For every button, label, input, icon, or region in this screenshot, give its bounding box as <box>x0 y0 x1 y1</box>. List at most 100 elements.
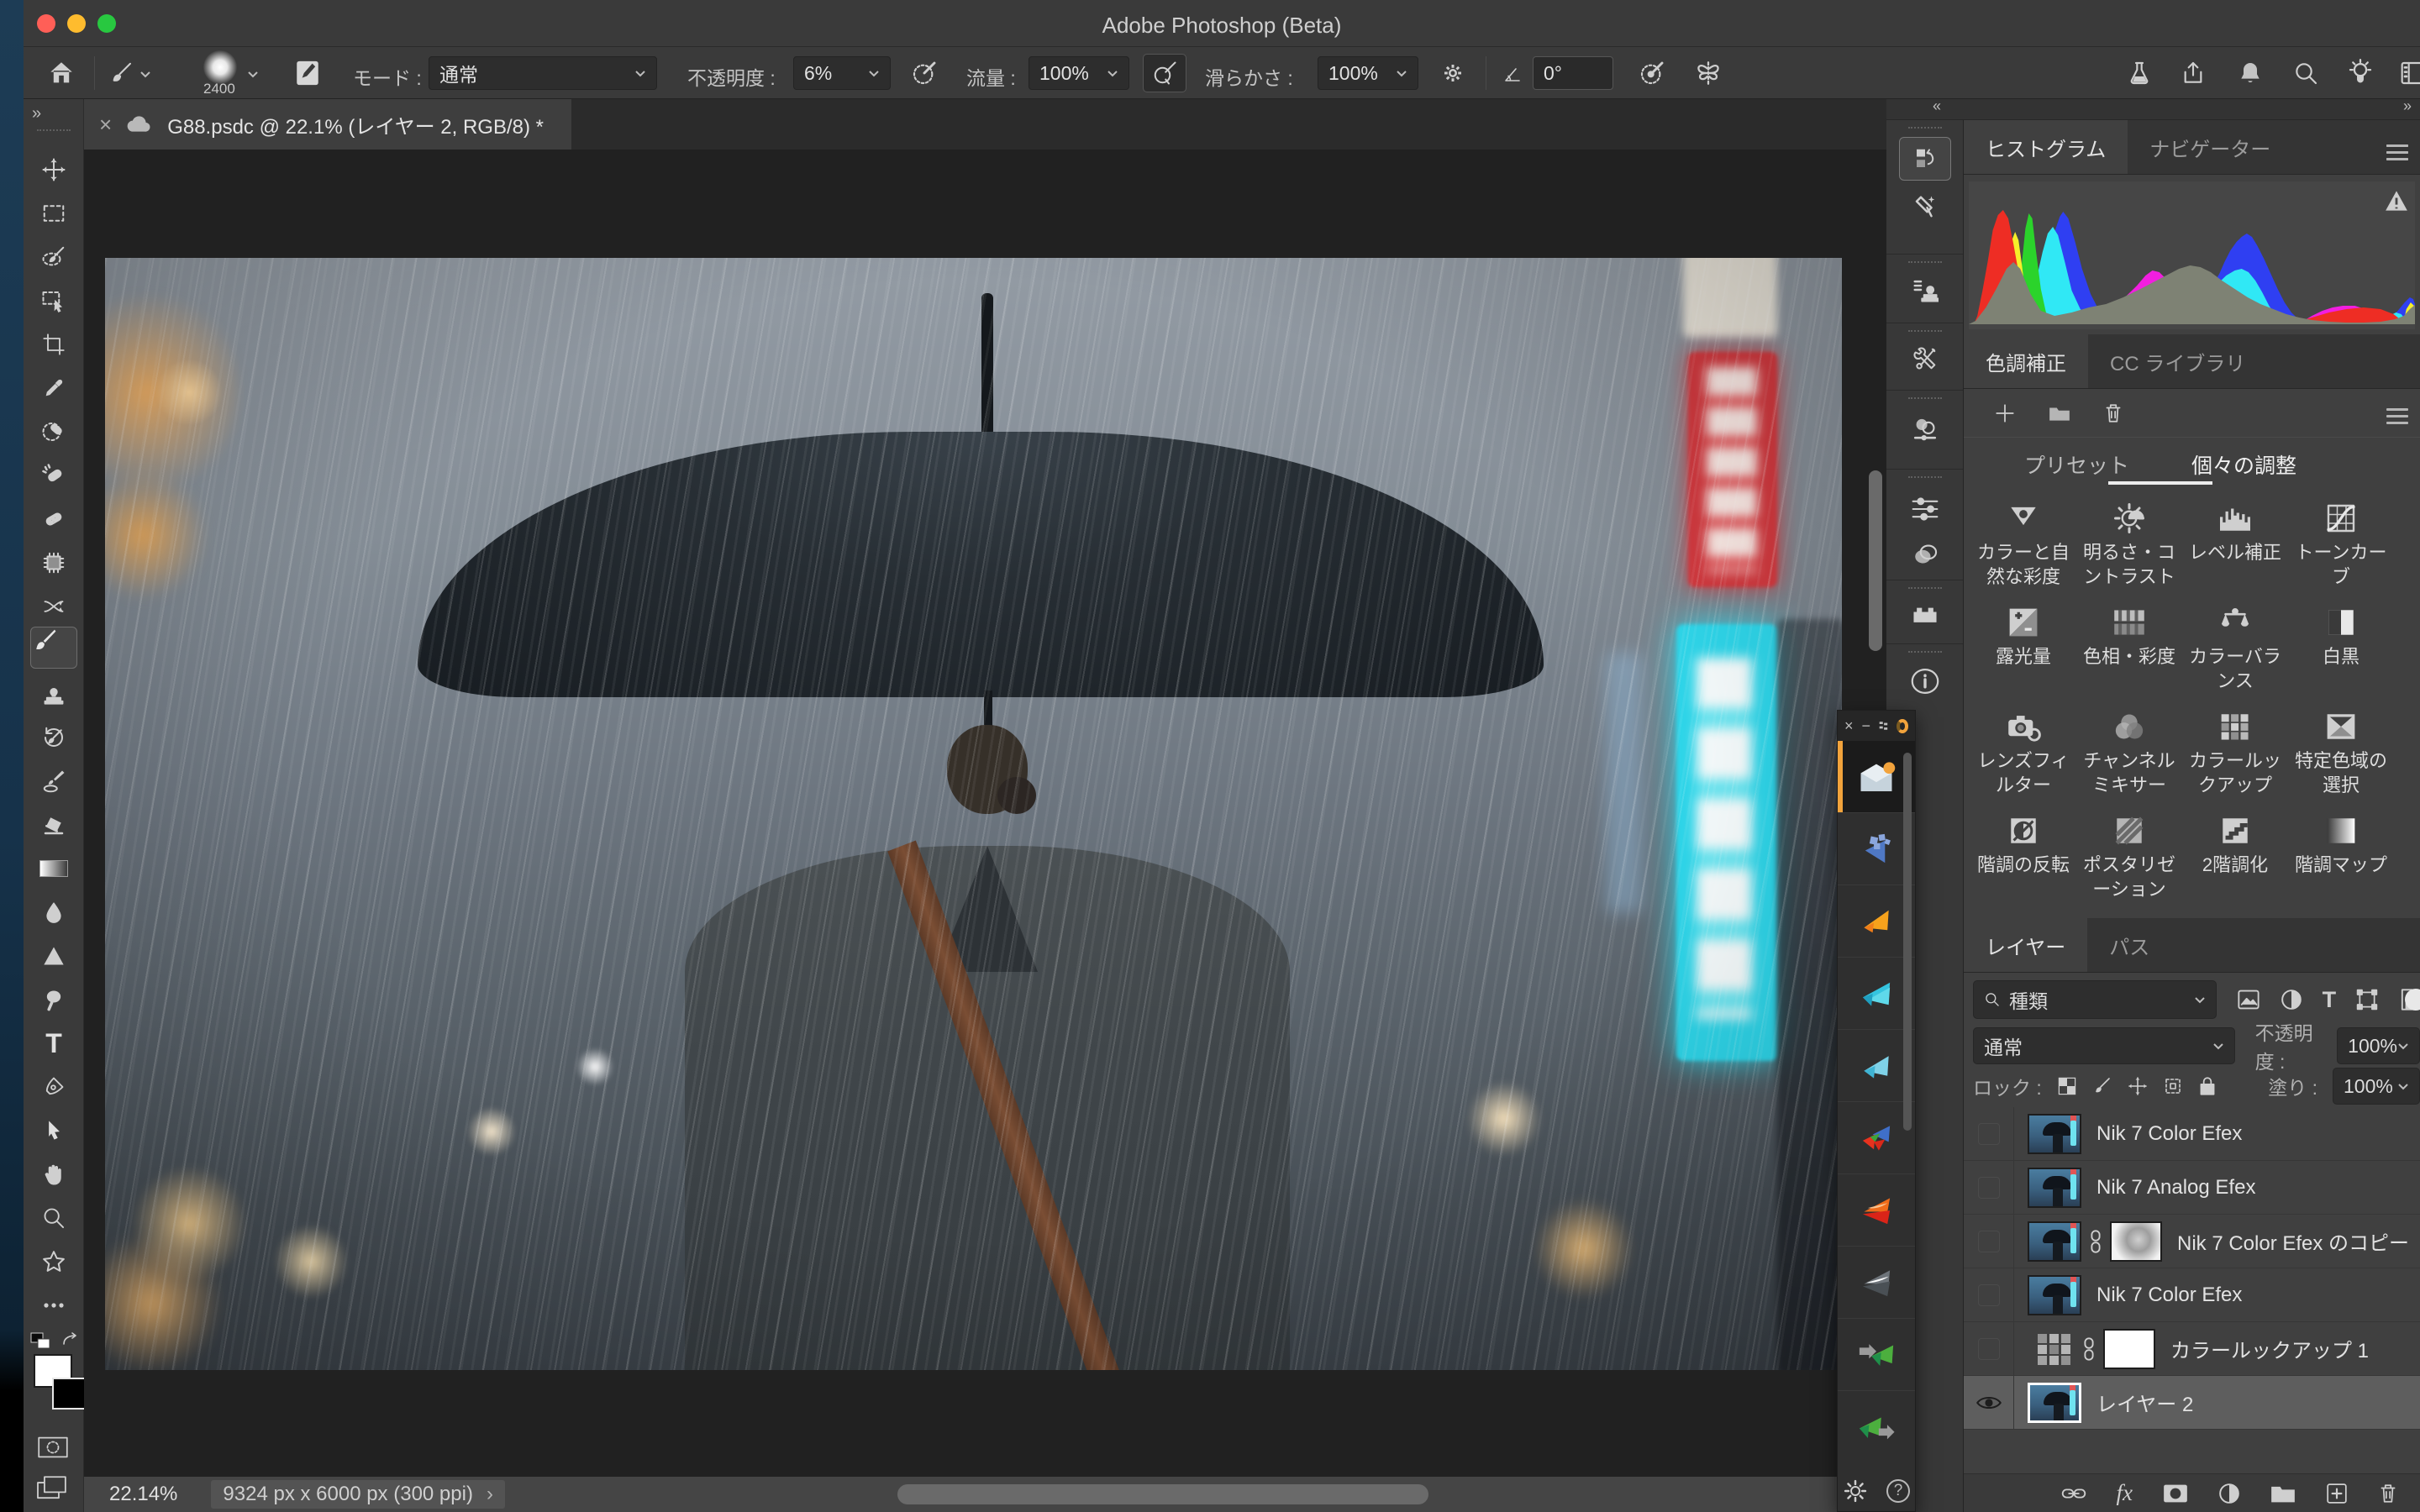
pressure-opacity-icon[interactable] <box>911 60 938 87</box>
notifications-bell-icon[interactable] <box>2237 60 2264 87</box>
layers-menu-icon[interactable] <box>2386 140 2408 165</box>
nik-panel-header[interactable]: × − <box>1838 711 1915 741</box>
tab-adjustments[interactable]: 色調補正 <box>1964 334 2088 388</box>
tab-histogram[interactable]: ヒストグラム <box>1964 120 2128 174</box>
workspace-switcher-icon[interactable] <box>2400 60 2420 86</box>
lock-all-icon[interactable] <box>2198 1075 2217 1097</box>
shapes-star-tool[interactable] <box>35 1243 72 1280</box>
flow-input[interactable]: 100% <box>1028 56 1129 90</box>
adjustment-brightness-contrast[interactable]: 明るさ・コ ントラスト <box>2076 491 2182 591</box>
subtab-presets[interactable]: プリセット <box>2024 449 2129 480</box>
nik-item-silver-efex[interactable] <box>1838 1247 1915 1319</box>
eyedropper-tool[interactable] <box>35 370 72 407</box>
layer-row[interactable]: Nik 7 Color Efex <box>1964 1107 2420 1161</box>
document-size-info[interactable]: 9324 px x 6000 px (300 ppi) › <box>211 1480 505 1509</box>
actions-panel-icon[interactable] <box>1886 181 1963 233</box>
tab-paths[interactable]: パス <box>2087 918 2171 972</box>
canvas-vertical-scrollbar[interactable] <box>1869 470 1882 651</box>
type-tool[interactable]: T <box>35 1025 72 1062</box>
smoothing-gear-icon[interactable] <box>1440 60 1465 86</box>
delete-layer-trash-icon[interactable] <box>2378 1483 2398 1504</box>
frame-tool[interactable] <box>35 544 72 581</box>
adjustment-selective-color[interactable]: 特定色域の 選択 <box>2288 700 2394 799</box>
content-aware-move-tool[interactable] <box>35 588 72 625</box>
visibility-toggle[interactable] <box>1964 1107 2014 1160</box>
filter-pixel-layers-icon[interactable] <box>2237 989 2260 1011</box>
smoothing-input[interactable]: 100% <box>1318 56 1418 90</box>
status-chevron-icon[interactable]: › <box>487 1483 493 1506</box>
adjustment-posterize[interactable]: ポスタリゼ ーション <box>2076 804 2182 903</box>
brush-tool-selected[interactable] <box>30 627 77 669</box>
beta-feedback-flask-icon[interactable] <box>2126 60 2153 87</box>
edit-toolbar-ellipsis-icon[interactable] <box>35 1287 72 1324</box>
layer-name[interactable]: Nik 7 Analog Efex <box>2096 1176 2255 1200</box>
history-panel-icon[interactable] <box>1899 137 1951 181</box>
mode-select[interactable]: 通常 <box>429 56 657 90</box>
layer-thumbnail[interactable] <box>2028 1168 2081 1208</box>
adjustment-color-balance[interactable]: カラーバラ ンス <box>2182 596 2288 695</box>
home-icon[interactable] <box>47 59 76 87</box>
layer-thumbnail[interactable] <box>2028 1383 2081 1423</box>
adjustment-channel-mixer[interactable]: チャンネル ミキサー <box>2076 700 2182 799</box>
document-image[interactable]: 被写体を選択 背景を削除 カラーを調整 <box>105 258 1842 1370</box>
histogram-warning-icon[interactable] <box>2385 190 2408 212</box>
layer-name[interactable]: Nik 7 Color Efex <box>2096 1284 2242 1307</box>
blend-mode-select[interactable]: 通常 <box>1973 1027 2235 1064</box>
layer-opacity-input[interactable]: 100% <box>2337 1027 2420 1064</box>
filter-adjustment-layers-icon[interactable] <box>2281 989 2302 1011</box>
eraser-tool[interactable] <box>35 806 72 843</box>
adjustment-photo-filter[interactable]: レンズフィ ルター <box>1970 700 2076 799</box>
adjustment-exposure[interactable]: 露光量 <box>1970 596 2076 695</box>
layer-row-selected[interactable]: レイヤー 2 <box>1964 1376 2420 1430</box>
layer-name[interactable]: カラールックアップ 1 <box>2170 1334 2369 1363</box>
adjustment-gradient-map[interactable]: 階調マップ <box>2288 804 2394 903</box>
move-tool[interactable] <box>35 151 72 188</box>
visibility-toggle[interactable] <box>1964 1161 2014 1214</box>
layer-name[interactable]: レイヤー 2 <box>2096 1388 2193 1417</box>
adjustments-sliders-panel-icon[interactable] <box>1886 486 1963 532</box>
collapse-tools-icon[interactable]: » <box>32 104 43 123</box>
plugins-panel-icon[interactable] <box>1886 597 1963 631</box>
nik-item-sharpener-raw[interactable] <box>1838 1319 1915 1391</box>
patch-tool[interactable] <box>35 501 72 538</box>
brush-tool-icon[interactable] <box>109 60 134 86</box>
layer-thumbnail[interactable] <box>2028 1114 2081 1154</box>
visibility-toggle[interactable] <box>1964 1376 2014 1429</box>
layer-name[interactable]: Nik 7 Color Efex のコピー <box>2177 1226 2409 1256</box>
filter-type-layers-icon[interactable]: T <box>2323 987 2337 1013</box>
layer-row[interactable]: Nik 7 Color Efex のコピー <box>1964 1215 2420 1268</box>
subtab-individual[interactable]: 個々の調整 <box>2191 449 2296 480</box>
selection-brush-tool[interactable] <box>35 239 72 276</box>
history-brush-tool[interactable] <box>35 719 72 756</box>
expand-panels-icon[interactable]: » <box>2403 97 2413 115</box>
tab-cc-libraries[interactable]: CC ライブラリ <box>2088 334 2267 388</box>
clone-stamp-tool[interactable] <box>35 675 72 712</box>
mask-link-icon[interactable] <box>2081 1336 2096 1362</box>
path-select-tool[interactable] <box>35 1112 72 1149</box>
spot-healing-brush-tool[interactable] <box>35 457 72 494</box>
layer-thumbnail[interactable] <box>2028 1275 2081 1315</box>
object-selection-tool[interactable] <box>35 282 72 319</box>
add-adjustment-icon[interactable] <box>1994 402 2016 424</box>
layer-row[interactable]: Nik 7 Analog Efex <box>1964 1161 2420 1215</box>
adjustment-hue-saturation[interactable]: 色相・彩度 <box>2076 596 2182 695</box>
fill-input[interactable]: 100% <box>2333 1068 2420 1105</box>
layer-mask-thumbnail[interactable] <box>2110 1221 2162 1262</box>
canvas-area[interactable]: 被写体を選択 背景を削除 カラーを調整 <box>84 150 1886 1512</box>
airbrush-toggle-icon[interactable] <box>1143 54 1186 92</box>
new-adjustment-layer-icon[interactable] <box>2218 1483 2240 1504</box>
collapse-dock-icon[interactable]: « <box>1933 97 1943 115</box>
pen-tool[interactable] <box>35 1068 72 1105</box>
new-group-folder-icon[interactable] <box>2270 1483 2296 1504</box>
clone-source-panel-icon[interactable] <box>1886 271 1963 308</box>
layer-filter-select[interactable]: 種類 <box>1973 980 2217 1019</box>
visibility-toggle[interactable] <box>1964 1322 2014 1375</box>
lock-pixels-icon[interactable] <box>2092 1076 2112 1096</box>
adjustment-vibrance[interactable]: カラーと自 然な彩度 <box>1970 491 2076 591</box>
dodge-tool[interactable] <box>35 981 72 1018</box>
zoom-tool[interactable] <box>35 1200 72 1236</box>
opacity-input[interactable]: 6% <box>793 56 891 90</box>
nik-settings-gear-icon[interactable] <box>1843 1478 1868 1504</box>
brush-tool-chevron[interactable] <box>139 71 151 78</box>
add-mask-icon[interactable] <box>2163 1483 2188 1504</box>
